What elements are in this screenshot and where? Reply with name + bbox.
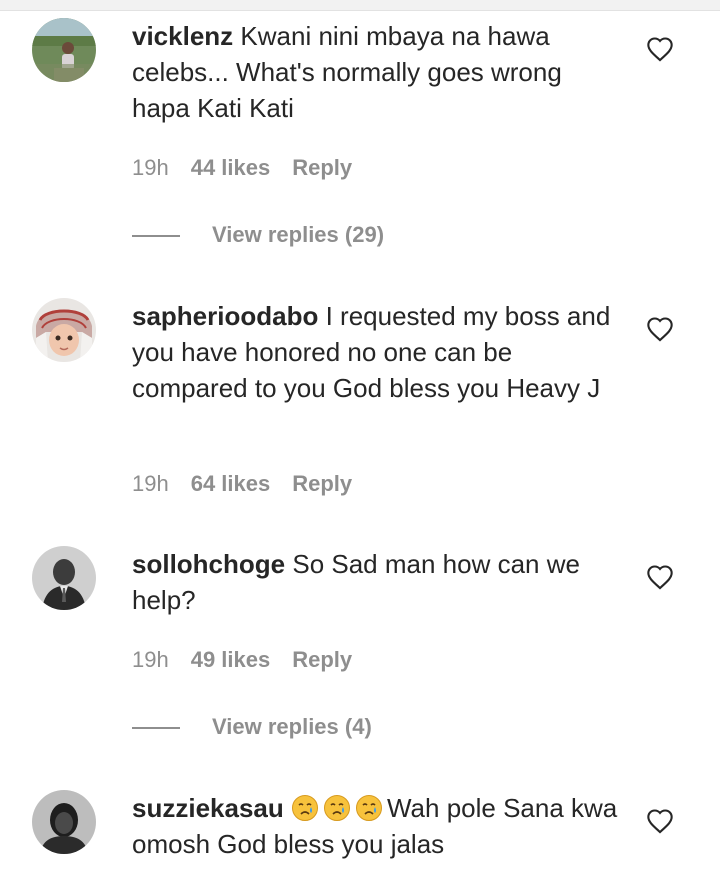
heart-icon[interactable]	[646, 564, 674, 592]
view-replies-divider	[132, 235, 180, 238]
comment-meta: 19h 64 likes Reply	[132, 470, 374, 498]
reply-button[interactable]: Reply	[292, 470, 352, 498]
comment-body: sollohchoge So Sad man how can we help?	[132, 546, 622, 618]
avatar[interactable]	[32, 546, 96, 610]
emoji-group	[291, 793, 387, 823]
view-replies-button[interactable]: View replies (4)	[132, 713, 372, 741]
comment-username[interactable]: suzziekasau	[132, 793, 284, 823]
heart-icon[interactable]	[646, 808, 674, 836]
comment-time: 19h	[132, 155, 169, 180]
avatar[interactable]	[32, 18, 96, 82]
crying-face-icon	[323, 794, 351, 822]
comment-likes[interactable]: 44 likes	[191, 154, 271, 182]
crying-face-icon	[291, 794, 319, 822]
comment-body: vicklenz Kwani nini mbaya na hawa celebs…	[132, 18, 622, 126]
comment-username[interactable]: sapherioodabo	[132, 301, 318, 331]
comment-likes[interactable]: 49 likes	[191, 646, 271, 674]
comment-time: 19h	[132, 471, 169, 496]
heart-icon[interactable]	[646, 36, 674, 64]
comment-meta: 19h 49 likes Reply	[132, 646, 374, 674]
comment-username[interactable]: vicklenz	[132, 21, 233, 51]
avatar[interactable]	[32, 298, 96, 362]
comment-body: suzziekasau Wah pole Sana kwa omosh God …	[132, 790, 622, 862]
reply-button[interactable]: Reply	[292, 154, 352, 182]
avatar[interactable]	[32, 790, 96, 854]
reply-button[interactable]: Reply	[292, 646, 352, 674]
top-edge-strip	[0, 0, 720, 11]
view-replies-divider	[132, 727, 180, 730]
comment-meta: 19h 44 likes Reply	[132, 154, 374, 182]
view-replies-button[interactable]: View replies (29)	[132, 221, 384, 249]
comment-username[interactable]: sollohchoge	[132, 549, 285, 579]
crying-face-icon	[355, 794, 383, 822]
comment-body: sapherioodabo I requested my boss and yo…	[132, 298, 622, 406]
comment-likes[interactable]: 64 likes	[191, 470, 271, 498]
view-replies-label: View replies (4)	[212, 714, 372, 739]
comment-time: 19h	[132, 647, 169, 672]
view-replies-label: View replies (29)	[212, 222, 385, 247]
heart-icon[interactable]	[646, 316, 674, 344]
